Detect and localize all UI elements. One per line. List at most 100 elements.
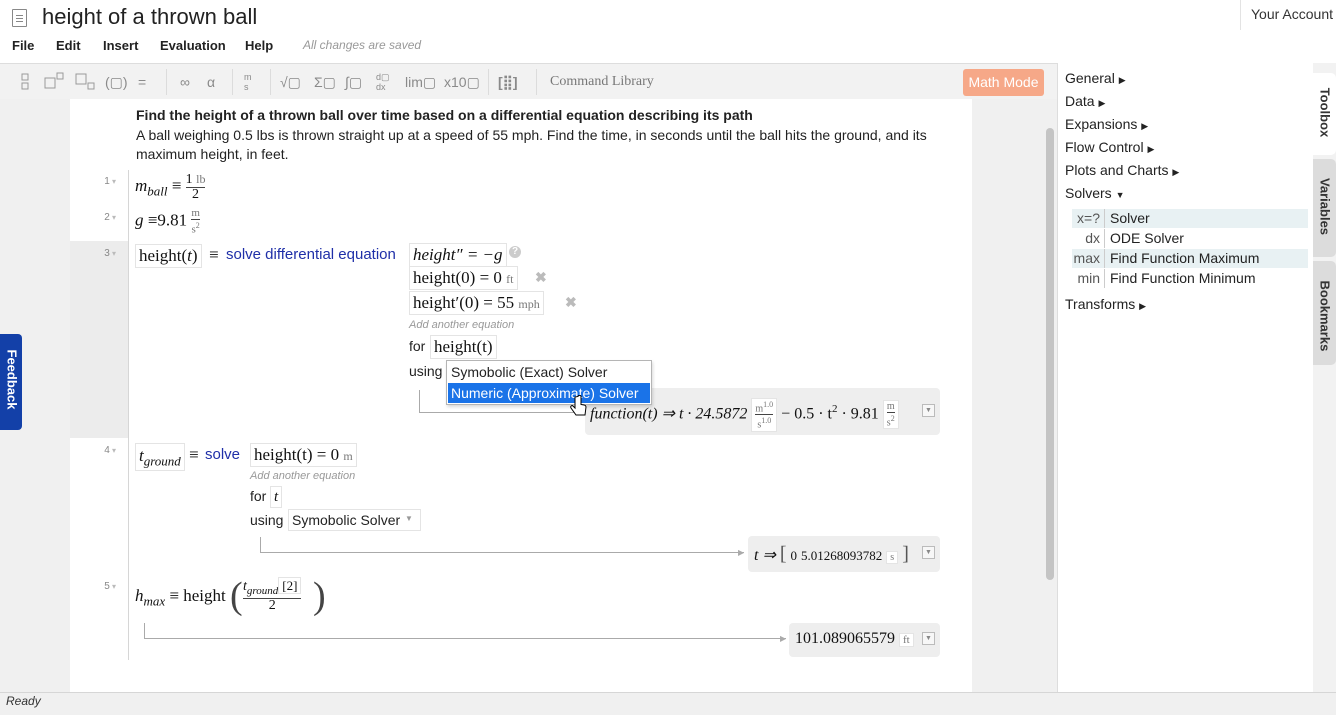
solver-option-numeric[interactable]: Numeric (Approximate) Solver bbox=[448, 383, 650, 403]
math-toolbar: (▢) = ∞ α ms √▢ Σ▢ ∫▢ d▢ dx lim▢ x10▢ [⣿]… bbox=[0, 63, 1057, 101]
solve-equation[interactable]: height(t) = 0 m bbox=[250, 443, 357, 467]
define-operator: ≡ bbox=[147, 210, 158, 230]
toolbox-category-solvers[interactable]: Solvers ▼ bbox=[1065, 185, 1125, 201]
remove-equation-icon[interactable]: ✖ bbox=[565, 294, 577, 311]
intro-text[interactable]: A ball weighing 0.5 lbs is thrown straig… bbox=[136, 126, 956, 164]
line5-expression[interactable]: hmax ≡ height bbox=[135, 586, 226, 609]
ode-equation-3[interactable]: height′(0) = 55 mph bbox=[409, 291, 544, 315]
matrix-grid-icon[interactable]: [⣿] bbox=[498, 70, 522, 94]
paren-icon[interactable]: (▢) bbox=[105, 70, 128, 94]
save-status: All changes are saved bbox=[303, 38, 422, 52]
units-icon[interactable]: ms bbox=[244, 72, 258, 96]
toolbar-separator bbox=[232, 69, 233, 95]
toolbox-category-general[interactable]: General ▶ bbox=[1065, 70, 1126, 86]
help-icon[interactable]: ? bbox=[509, 246, 521, 258]
superscript-icon[interactable] bbox=[44, 70, 66, 94]
derivative-icon[interactable]: d▢ dx bbox=[376, 72, 396, 96]
line2-value: 9.81 bbox=[157, 210, 188, 230]
matrix-icon[interactable] bbox=[20, 70, 30, 94]
line4-lhs[interactable]: tground bbox=[135, 443, 185, 471]
toolbox-category-data[interactable]: Data ▶ bbox=[1065, 93, 1105, 109]
line-number[interactable]: 1 bbox=[76, 176, 116, 187]
scientific-icon[interactable]: x10▢ bbox=[444, 70, 480, 94]
feedback-tab[interactable]: Feedback bbox=[0, 334, 22, 430]
solver-dropdown-menu[interactable]: Symobolic (Exact) Solver Numeric (Approx… bbox=[446, 360, 652, 405]
define-operator: ≡ bbox=[189, 445, 199, 464]
integral-icon[interactable]: ∫▢ bbox=[345, 70, 369, 94]
arrow-right-icon: ▶ bbox=[738, 548, 745, 557]
line-number[interactable]: 5 bbox=[76, 581, 116, 592]
menu-help[interactable]: Help bbox=[245, 38, 273, 53]
result-connector bbox=[260, 537, 261, 552]
tab-toolbox[interactable]: Toolbox bbox=[1313, 73, 1336, 155]
toolbox-item-find-max[interactable]: max Find Function Maximum bbox=[1072, 249, 1308, 268]
line1-sub: ball bbox=[147, 183, 168, 199]
intro-heading[interactable]: Find the height of a thrown ball over ti… bbox=[136, 107, 753, 123]
math-mode-button[interactable]: Math Mode bbox=[963, 69, 1044, 96]
toolbox-panel: General ▶ Data ▶ Expansions ▶ Flow Contr… bbox=[1057, 63, 1314, 692]
result-options-icon[interactable]: ▼ bbox=[922, 632, 935, 645]
menu-file[interactable]: File bbox=[12, 38, 34, 53]
ode-equation-2[interactable]: height(0) = 0 ft bbox=[409, 266, 518, 290]
command-library-button[interactable]: Command Library bbox=[550, 70, 654, 94]
toolbox-category-plots-charts[interactable]: Plots and Charts ▶ bbox=[1065, 162, 1179, 178]
document-title[interactable]: height of a thrown ball bbox=[42, 4, 257, 30]
menu-insert[interactable]: Insert bbox=[103, 38, 138, 53]
line3-lhs[interactable]: height(t) bbox=[135, 244, 202, 268]
line-number[interactable]: 4 bbox=[76, 445, 116, 456]
left-paren: ( bbox=[230, 575, 243, 617]
result-options-icon[interactable]: ▼ bbox=[922, 546, 935, 559]
using-label: using bbox=[250, 512, 284, 528]
limit-icon[interactable]: lim▢ bbox=[405, 70, 437, 94]
line1-var: m bbox=[135, 175, 148, 195]
toolbox-item-find-min[interactable]: min Find Function Minimum bbox=[1072, 269, 1308, 288]
line5-fraction: tground [2] 2 bbox=[243, 577, 302, 613]
line2-expression[interactable]: g ≡9.81 m s2 bbox=[135, 208, 200, 236]
feedback-label: Feedback bbox=[4, 349, 20, 410]
toolbox-category-transforms[interactable]: Transforms ▶ bbox=[1065, 296, 1146, 312]
hmax-result-expression: 101.089065579 ft bbox=[795, 630, 914, 648]
line-gutter-divider bbox=[128, 170, 129, 660]
line-number[interactable]: 3 bbox=[76, 248, 116, 259]
toolbox-item-ode-solver[interactable]: dx ODE Solver bbox=[1072, 229, 1308, 248]
infinity-icon[interactable]: ∞ bbox=[180, 70, 196, 94]
add-equation-link[interactable]: Add another equation bbox=[250, 470, 355, 482]
sum-icon[interactable]: Σ▢ bbox=[314, 70, 338, 94]
remove-equation-icon[interactable]: ✖ bbox=[535, 269, 547, 286]
scrollbar-thumb[interactable] bbox=[1046, 128, 1054, 580]
solve-ode-command[interactable]: solve differential equation bbox=[226, 246, 396, 263]
define-operator: ≡ bbox=[171, 175, 182, 195]
result-connector bbox=[419, 412, 587, 413]
sqrt-icon[interactable]: √▢ bbox=[280, 70, 304, 94]
your-account-link[interactable]: Your Account bbox=[1240, 0, 1336, 30]
solve-for-variable[interactable]: t bbox=[270, 486, 283, 508]
ode-for-variable[interactable]: height(t) bbox=[430, 335, 497, 359]
equals-icon[interactable]: = bbox=[138, 70, 156, 94]
solver-select[interactable]: Symobolic Solver bbox=[288, 509, 422, 531]
toolbox-item-divider bbox=[1104, 269, 1105, 288]
tab-bookmarks[interactable]: Bookmarks bbox=[1313, 261, 1336, 365]
toolbox-category-flow-control[interactable]: Flow Control ▶ bbox=[1065, 139, 1154, 155]
solver-option-symbolic[interactable]: Symobolic (Exact) Solver bbox=[448, 362, 650, 382]
chevron-right-icon: ▶ bbox=[1172, 167, 1180, 177]
for-label: for bbox=[250, 488, 267, 504]
toolbox-item-divider bbox=[1104, 209, 1105, 228]
menu-edit[interactable]: Edit bbox=[56, 38, 81, 53]
define-operator: ≡ bbox=[209, 245, 219, 264]
toolbar-separator bbox=[166, 69, 167, 95]
subscript-icon[interactable] bbox=[75, 70, 97, 94]
toolbox-category-expansions[interactable]: Expansions ▶ bbox=[1065, 116, 1148, 132]
solve-command[interactable]: solve bbox=[205, 446, 240, 463]
document-icon bbox=[12, 9, 27, 27]
add-equation-link[interactable]: Add another equation bbox=[409, 319, 514, 331]
result-options-icon[interactable]: ▼ bbox=[922, 404, 935, 417]
line1-den: 2 bbox=[192, 187, 200, 202]
line1-expression[interactable]: mball ≡ 1 lb 2 bbox=[135, 172, 206, 202]
line-number[interactable]: 2 bbox=[76, 212, 116, 223]
menu-evaluation[interactable]: Evaluation bbox=[160, 38, 226, 53]
result-connector bbox=[419, 390, 420, 412]
ode-equation-1[interactable]: height″ = −g bbox=[409, 243, 507, 267]
tab-variables[interactable]: Variables bbox=[1313, 159, 1336, 257]
alpha-icon[interactable]: α bbox=[207, 70, 221, 94]
toolbox-item-solver[interactable]: x=? Solver bbox=[1072, 209, 1308, 228]
